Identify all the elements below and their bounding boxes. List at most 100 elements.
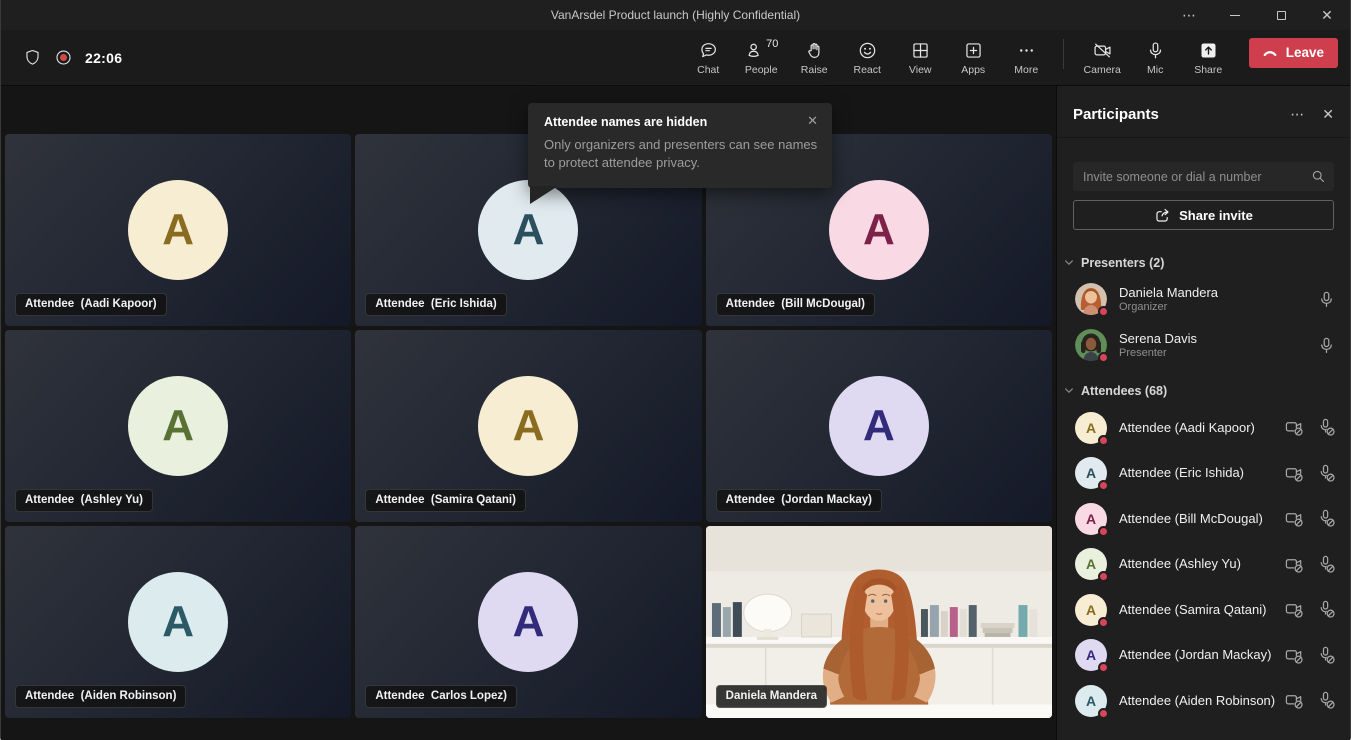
participants-title: Participants: [1073, 106, 1272, 123]
attendees-section-header[interactable]: Attendees (68): [1057, 384, 1350, 398]
avatar: A: [478, 180, 578, 280]
video-tile-carlos-lopez[interactable]: A Attendee Carlos Lopez): [355, 526, 701, 718]
participant-name: Attendee (Samira Qatani): [1119, 602, 1285, 618]
video-tile-samira-qatani[interactable]: A Attendee (Samira Qatani): [355, 330, 701, 522]
search-icon: [1311, 169, 1326, 184]
avatar: A: [128, 376, 228, 476]
tile-name-label: Daniela Mandera: [716, 685, 827, 708]
participant-name: Attendee (Bill McDougal): [1119, 511, 1285, 527]
attendee-row[interactable]: A Attendee (Ashley Yu): [1057, 542, 1350, 588]
tooltip-title: Attendee names are hidden: [544, 115, 799, 129]
presence-dot: [1098, 708, 1109, 719]
toolbar-center-group: Chat 70 People Raise React View: [682, 40, 1053, 76]
mic-button[interactable]: Mic: [1129, 40, 1182, 76]
meeting-toolbar: 22:06 Chat 70 People Raise React: [1, 30, 1350, 86]
people-count-badge: 70: [766, 38, 778, 50]
attendee-row[interactable]: A Attendee (Samira Qatani): [1057, 587, 1350, 633]
participant-name: Attendee (Jordan Mackay): [1119, 647, 1285, 663]
presence-dot: [1098, 662, 1109, 673]
attendees-section-label: Attendees (68): [1081, 384, 1167, 398]
mic-disabled-icon: [1317, 509, 1336, 528]
video-tile-ashley-yu[interactable]: A Attendee (Ashley Yu): [5, 330, 351, 522]
tooltip-body: Only organizers and presenters can see n…: [544, 136, 826, 172]
tile-name-label: Attendee (Eric Ishida): [365, 293, 506, 316]
presence-dot: [1098, 435, 1109, 446]
avatar: [1075, 329, 1107, 361]
camera-disabled-icon: [1285, 464, 1304, 483]
presenter-row-daniela[interactable]: Daniela Mandera Organizer: [1057, 276, 1350, 322]
leave-label: Leave: [1286, 45, 1324, 60]
attendee-row[interactable]: A Attendee (Bill McDougal): [1057, 496, 1350, 542]
mic-disabled-icon: [1317, 691, 1336, 710]
video-tile-jordan-mackay[interactable]: A Attendee (Jordan Mackay): [706, 330, 1052, 522]
avatar: A: [1075, 685, 1107, 717]
apps-button[interactable]: Apps: [947, 40, 1000, 76]
share-screen-icon: [1198, 40, 1219, 61]
participants-close-button[interactable]: ✕: [1322, 106, 1334, 123]
camera-disabled-icon: [1285, 555, 1304, 574]
presenters-section-label: Presenters (2): [1081, 256, 1164, 270]
avatar: A: [478, 572, 578, 672]
camera-off-icon: [1092, 40, 1113, 61]
participant-name: Attendee (Aadi Kapoor): [1119, 420, 1285, 436]
video-tile-aadi-kapoor[interactable]: A Attendee (Aadi Kapoor): [5, 134, 351, 326]
avatar: A: [1075, 412, 1107, 444]
more-dots-icon: [1016, 40, 1037, 61]
avatar: A: [1075, 548, 1107, 580]
raise-hand-icon: [804, 40, 825, 61]
tile-name-label: Attendee (Ashley Yu): [15, 489, 153, 512]
participant-name: Daniela Mandera: [1119, 285, 1317, 301]
chat-button[interactable]: Chat: [682, 40, 735, 76]
more-button[interactable]: More: [1000, 40, 1053, 76]
presenters-section-header[interactable]: Presenters (2): [1057, 256, 1350, 270]
chevron-down-icon: [1064, 386, 1074, 396]
participants-more-button[interactable]: ⋯: [1290, 106, 1304, 123]
video-tile-daniela-mandera[interactable]: Daniela Mandera: [706, 526, 1052, 718]
mic-on-icon[interactable]: [1317, 336, 1336, 355]
presence-dot: [1098, 352, 1109, 363]
tile-name-label: Attendee Carlos Lopez): [365, 685, 517, 708]
mic-on-icon[interactable]: [1317, 290, 1336, 309]
react-button[interactable]: React: [841, 40, 894, 76]
avatar: A: [128, 572, 228, 672]
camera-button[interactable]: Camera: [1076, 40, 1129, 76]
presenter-row-serena[interactable]: Serena Davis Presenter: [1057, 322, 1350, 368]
people-button[interactable]: 70 People: [735, 40, 788, 76]
avatar: [1075, 283, 1107, 315]
attendee-row[interactable]: A Attendee (Eric Ishida): [1057, 451, 1350, 497]
attendee-row[interactable]: A Attendee (Aadi Kapoor): [1057, 405, 1350, 451]
attendee-row[interactable]: A Attendee (Jordan Mackay): [1057, 633, 1350, 679]
toolbar-device-group: Camera Mic Share: [1076, 40, 1235, 76]
hang-up-icon: [1261, 44, 1279, 62]
participant-name: Attendee (Ashley Yu): [1119, 556, 1285, 572]
mic-disabled-icon: [1317, 600, 1336, 619]
tooltip-close-icon[interactable]: ✕: [807, 113, 818, 129]
avatar: A: [1075, 639, 1107, 671]
avatar: A: [128, 180, 228, 280]
participant-role: Presenter: [1119, 347, 1317, 359]
mic-disabled-icon: [1317, 418, 1336, 437]
invite-search-box: [1073, 162, 1334, 191]
shield-icon: [23, 48, 42, 67]
share-invite-button[interactable]: Share invite: [1073, 200, 1334, 230]
leave-button[interactable]: Leave: [1249, 38, 1338, 68]
presence-dot: [1098, 306, 1109, 317]
participants-panel: Participants ⋯ ✕ Share invite Presenters…: [1056, 86, 1350, 740]
camera-disabled-icon: [1285, 509, 1304, 528]
raise-hand-button[interactable]: Raise: [788, 40, 841, 76]
meeting-status: 22:06: [23, 48, 122, 67]
tile-name-label: Attendee (Aiden Robinson): [15, 685, 186, 708]
recording-icon: [54, 48, 73, 67]
share-button[interactable]: Share: [1182, 40, 1235, 76]
chevron-down-icon: [1064, 258, 1074, 268]
invite-search-input[interactable]: [1083, 170, 1311, 184]
mic-disabled-icon: [1317, 464, 1336, 483]
camera-disabled-icon: [1285, 646, 1304, 665]
participant-role: Organizer: [1119, 301, 1317, 313]
toolbar-divider: [1063, 39, 1064, 69]
attendee-row[interactable]: A Attendee (Aiden Robinson): [1057, 678, 1350, 724]
tile-name-label: Attendee (Aadi Kapoor): [15, 293, 167, 316]
mic-disabled-icon: [1317, 646, 1336, 665]
video-tile-aiden-robinson[interactable]: A Attendee (Aiden Robinson): [5, 526, 351, 718]
view-button[interactable]: View: [894, 40, 947, 76]
